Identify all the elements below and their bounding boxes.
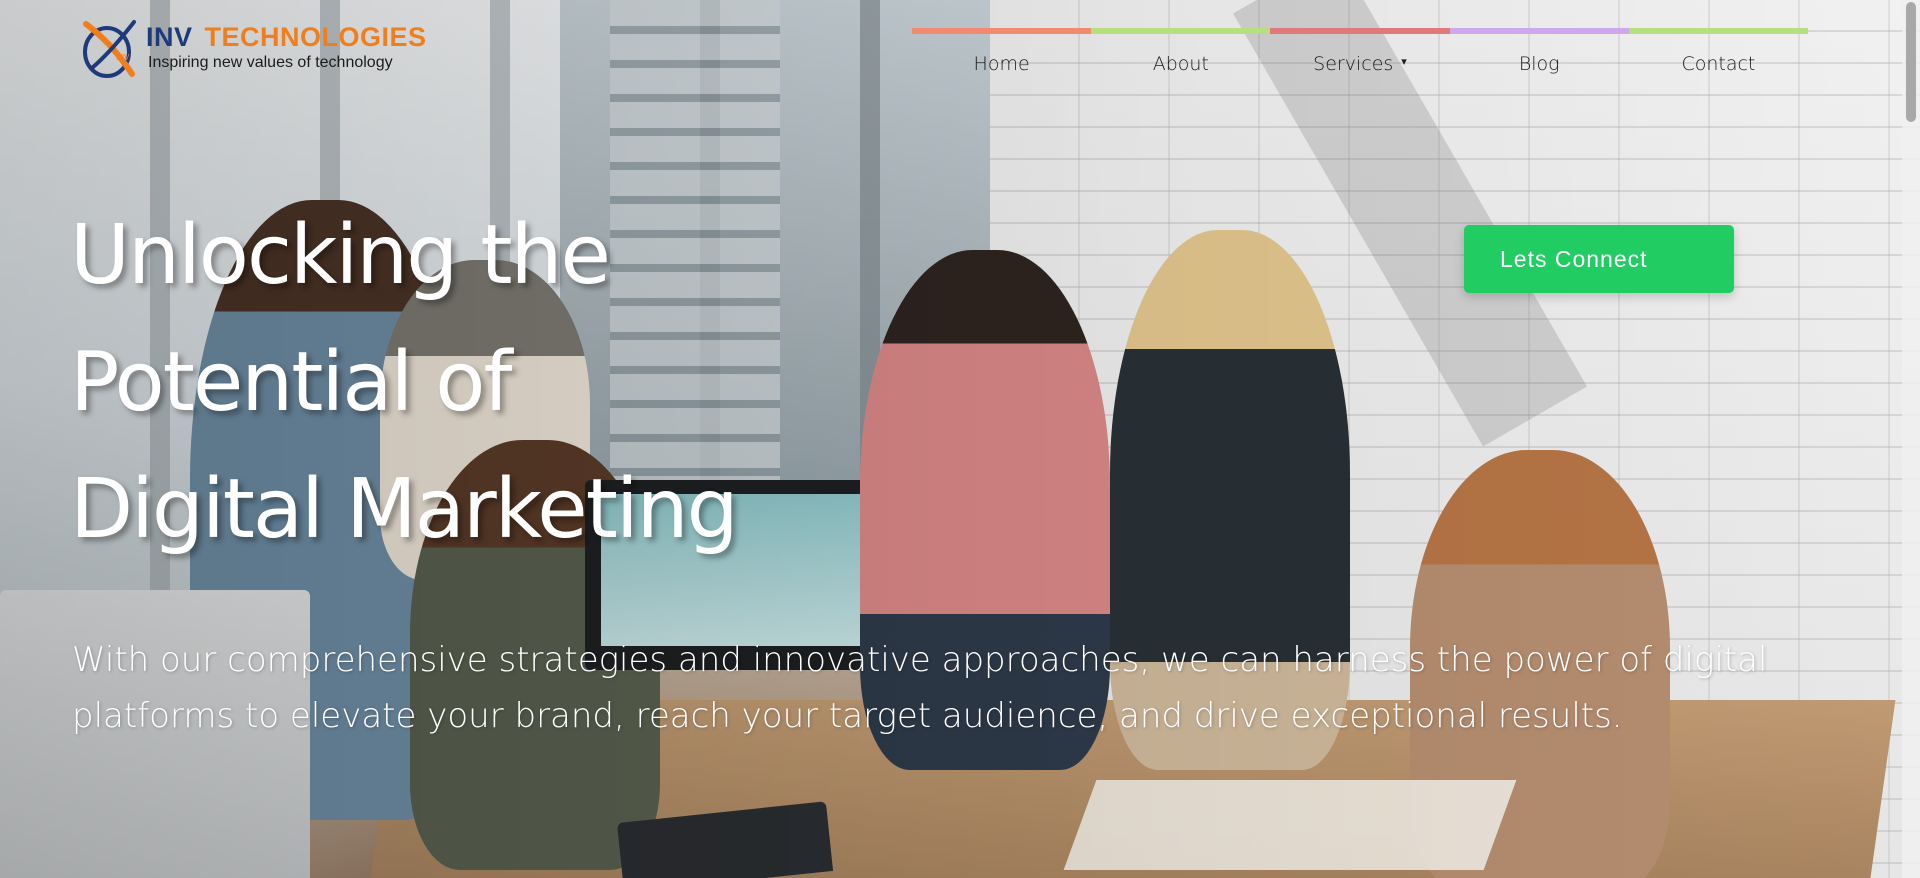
- nav-bar-segment: [1091, 28, 1271, 34]
- nav-item-label: Services: [1313, 53, 1394, 75]
- hero-headline-line: Potential of: [70, 335, 512, 430]
- nav-bar-segment: [1270, 28, 1450, 34]
- nav-item-label: Home: [973, 53, 1030, 75]
- site-logo[interactable]: INV INV TECHNOLOGIES Inspiring new values…: [80, 14, 426, 84]
- chevron-down-icon: ▾: [1401, 55, 1407, 68]
- brand-name: INV TECHNOLOGIES: [146, 22, 427, 53]
- hero-description-line: platforms to elevate your brand, reach y…: [72, 696, 1623, 736]
- nav-bar-segment: [1449, 28, 1629, 34]
- nav-bar-segment: [1628, 28, 1809, 34]
- main-navigation: Home About Services ▾ Blog Contact: [912, 28, 1809, 88]
- page: INV INV TECHNOLOGIES Inspiring new values…: [0, 0, 1920, 878]
- nav-item-blog[interactable]: Blog: [1450, 53, 1629, 75]
- nav-item-label: Blog: [1518, 53, 1560, 75]
- brand-tagline: Inspiring new values of technology: [148, 54, 393, 71]
- nav-item-home[interactable]: Home: [912, 53, 1091, 75]
- nav-items: Home About Services ▾ Blog Contact: [912, 53, 1808, 75]
- hero-headline-line: Digital Marketing: [70, 462, 739, 557]
- hero-description: With our comprehensive strategies and in…: [72, 632, 1872, 744]
- nav-item-contact[interactable]: Contact: [1629, 53, 1808, 75]
- hero-headline-line: Unlocking the: [70, 208, 611, 303]
- brand-name-technologies: TECHNOLOGIES: [204, 22, 427, 52]
- hero-headline: Unlocking the Potential of Digital Marke…: [70, 192, 930, 573]
- lets-connect-button[interactable]: Lets Connect: [1464, 225, 1734, 293]
- nav-item-about[interactable]: About: [1091, 53, 1270, 75]
- nav-color-bar: [912, 28, 1809, 34]
- logo-mark-text: INV: [116, 53, 130, 62]
- scrollbar-thumb[interactable]: [1906, 2, 1916, 122]
- nav-item-services[interactable]: Services ▾: [1270, 53, 1449, 75]
- brand-name-inv: INV: [146, 22, 193, 52]
- nav-item-label: Contact: [1681, 53, 1756, 75]
- nav-bar-segment: [912, 28, 1092, 34]
- nav-item-label: About: [1152, 53, 1209, 75]
- hero-description-line: With our comprehensive strategies and in…: [72, 640, 1768, 680]
- logo-mark-icon: INV: [83, 20, 136, 78]
- page-scrollbar[interactable]: [1902, 0, 1920, 878]
